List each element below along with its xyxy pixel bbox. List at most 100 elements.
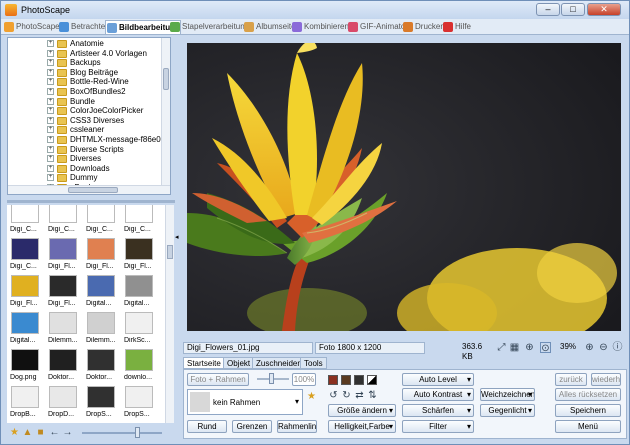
- star-icon[interactable]: ★: [9, 427, 20, 438]
- color-swatch-1[interactable]: [328, 375, 338, 385]
- expand-icon[interactable]: +: [47, 126, 54, 134]
- thumbnail-item[interactable]: DirkSc...: [124, 312, 156, 352]
- favorite-star-icon[interactable]: ★: [306, 391, 317, 402]
- tree-folder-item[interactable]: + cssleaner: [8, 125, 158, 135]
- tab-photoscape[interactable]: PhotoScape: [3, 20, 60, 34]
- backlight-button[interactable]: Gegenlicht: [480, 404, 535, 417]
- auto-level-button[interactable]: Auto Level: [402, 373, 474, 386]
- folder-icon[interactable]: ■: [35, 427, 46, 438]
- tab-tools[interactable]: Tools: [300, 357, 327, 369]
- save-button[interactable]: Speichern: [555, 404, 621, 417]
- tab-stapelverarbeitung[interactable]: Stapelverarbeitung: [169, 20, 249, 34]
- tab-gif-animator[interactable]: GIF-Animator: [347, 20, 408, 34]
- expand-icon[interactable]: +: [47, 107, 54, 115]
- actual-size-icon[interactable]: ▦: [509, 342, 520, 353]
- expand-icon[interactable]: +: [47, 59, 54, 67]
- auto-contrast-button[interactable]: Auto Kontrast: [402, 388, 474, 401]
- undo-button[interactable]: zurück: [555, 373, 587, 386]
- soften-button[interactable]: Weichzeichnen: [480, 388, 535, 401]
- info-icon[interactable]: ⓘ: [612, 342, 623, 353]
- thumbnail-item[interactable]: Dilemm...: [86, 312, 118, 352]
- tree-scroll-thumb[interactable]: [163, 68, 169, 90]
- fit-screen-icon[interactable]: ⤢: [496, 342, 507, 353]
- folder-tree[interactable]: + Anatomie + Artisteer 4.0 Vorlagen + Backups…: [7, 37, 171, 195]
- tree-folder-item[interactable]: + Backups: [8, 58, 158, 68]
- tree-folder-item[interactable]: + Bottle-Red-Wine: [8, 77, 158, 87]
- thumb-size-slider-handle[interactable]: [135, 427, 140, 438]
- frame-slider-handle[interactable]: [269, 373, 274, 384]
- thumbnail-item[interactable]: Doktor...: [48, 349, 80, 389]
- expand-icon[interactable]: +: [47, 97, 54, 105]
- expand-icon[interactable]: +: [47, 68, 54, 76]
- thumbnail-grid[interactable]: Digi_C... Digi_C... Digi_C... Digi_C... Digi…: [7, 205, 165, 423]
- tree-folder-item[interactable]: + Anatomie: [8, 39, 158, 49]
- thumbnail-item[interactable]: Digital...: [86, 275, 118, 315]
- splitter[interactable]: [7, 200, 175, 203]
- tab-objekt[interactable]: Objekt: [223, 357, 255, 369]
- thumbnail-item[interactable]: Digi_C...: [10, 205, 42, 241]
- expand-icon[interactable]: +: [47, 78, 54, 86]
- thumbnail-item[interactable]: DropD...: [48, 386, 80, 423]
- close-button[interactable]: ✕: [587, 3, 621, 16]
- thumbnail-item[interactable]: Digi_Fl...: [48, 238, 80, 278]
- tab-albumseite[interactable]: Albumseite: [243, 20, 296, 34]
- zoom-in-icon[interactable]: ⊕: [584, 342, 595, 353]
- tree-folder-item[interactable]: + Artisteer 4.0 Vorlagen: [8, 49, 158, 59]
- redo-button[interactable]: wiederholen: [591, 373, 621, 386]
- thumbnail-item[interactable]: Digi_Fl...: [48, 275, 80, 315]
- color-swatch-4[interactable]: [367, 375, 377, 385]
- tab-hilfe[interactable]: Hilfe: [442, 20, 471, 34]
- expand-icon[interactable]: +: [47, 136, 54, 143]
- tab-zuschneiden[interactable]: Zuschneiden: [252, 357, 306, 369]
- thumbnail-item[interactable]: DropS...: [86, 386, 118, 423]
- thumbnail-scrollbar[interactable]: [165, 205, 174, 423]
- photo-frame-button[interactable]: Foto + Rahmen: [187, 373, 249, 386]
- zoom-out-icon[interactable]: ⊖: [598, 342, 609, 353]
- thumbnail-item[interactable]: Digital...: [10, 312, 42, 352]
- expand-icon[interactable]: +: [47, 49, 54, 57]
- round-button[interactable]: Rund: [187, 420, 227, 433]
- thumbnail-item[interactable]: Dilemm...: [48, 312, 80, 352]
- tree-folder-item[interactable]: + ColorJoeColorPicker: [8, 106, 158, 116]
- tree-horizontal-scrollbar[interactable]: [8, 185, 170, 194]
- thumbnail-item[interactable]: Digital...: [124, 275, 156, 315]
- zoom-select-icon[interactable]: ⊙: [540, 342, 551, 354]
- tree-folder-item[interactable]: + Diverse Scripts: [8, 145, 158, 155]
- expand-icon[interactable]: +: [47, 40, 54, 47]
- thumbnail-item[interactable]: Dog.png: [10, 349, 42, 389]
- tab-drucken[interactable]: Drucken: [402, 20, 445, 34]
- color-swatch-3[interactable]: [354, 375, 364, 385]
- filter-button[interactable]: Filter: [402, 420, 474, 433]
- rotate-right-icon[interactable]: ↻: [341, 390, 352, 401]
- back-arrow-icon[interactable]: ←: [49, 427, 60, 438]
- rotate-left-icon[interactable]: ↺: [328, 390, 339, 401]
- thumbnail-item[interactable]: Digi_C...: [48, 205, 80, 241]
- thumbnail-item[interactable]: Digi_C...: [124, 205, 156, 241]
- expand-icon[interactable]: +: [47, 145, 54, 153]
- thumbnail-item[interactable]: DropB...: [10, 386, 42, 423]
- tree-folder-item[interactable]: + Downloads: [8, 164, 158, 174]
- tree-folder-item[interactable]: + Dummy: [8, 173, 158, 183]
- frame-percent[interactable]: 100%: [292, 373, 316, 386]
- flip-vertical-icon[interactable]: ⇅: [367, 390, 378, 401]
- tree-folder-item[interactable]: + DHTMLX-message-f86e06d: [8, 135, 170, 145]
- color-swatch-2[interactable]: [341, 375, 351, 385]
- tree-folder-item[interactable]: + Diverses: [8, 154, 158, 164]
- thumbnail-item[interactable]: Digi_C...: [86, 205, 118, 241]
- maximize-button[interactable]: □: [561, 3, 585, 16]
- thumbnail-item[interactable]: DropS...: [124, 386, 156, 423]
- zoom-fit-icon[interactable]: ⊕: [524, 342, 535, 353]
- frame-line-button[interactable]: Rahmenlinie: [277, 420, 317, 433]
- tree-folder-item[interactable]: + CSS3 Diverses: [8, 116, 158, 126]
- expand-icon[interactable]: +: [47, 116, 54, 124]
- tree-hscroll-thumb[interactable]: [68, 187, 118, 193]
- resize-button[interactable]: Größe ändern: [328, 404, 396, 417]
- expand-icon[interactable]: +: [47, 164, 54, 172]
- collapse-arrow-icon[interactable]: ◂: [175, 233, 179, 241]
- tab-startseite[interactable]: Startseite: [183, 357, 225, 369]
- tree-folder-item[interactable]: + Blog Beiträge: [8, 68, 158, 78]
- frame-select[interactable]: kein Rahmen ▾: [187, 389, 303, 415]
- tree-folder-item[interactable]: + Bundle: [8, 97, 158, 107]
- expand-icon[interactable]: +: [47, 174, 54, 182]
- folder-up-icon[interactable]: ▲: [22, 427, 33, 438]
